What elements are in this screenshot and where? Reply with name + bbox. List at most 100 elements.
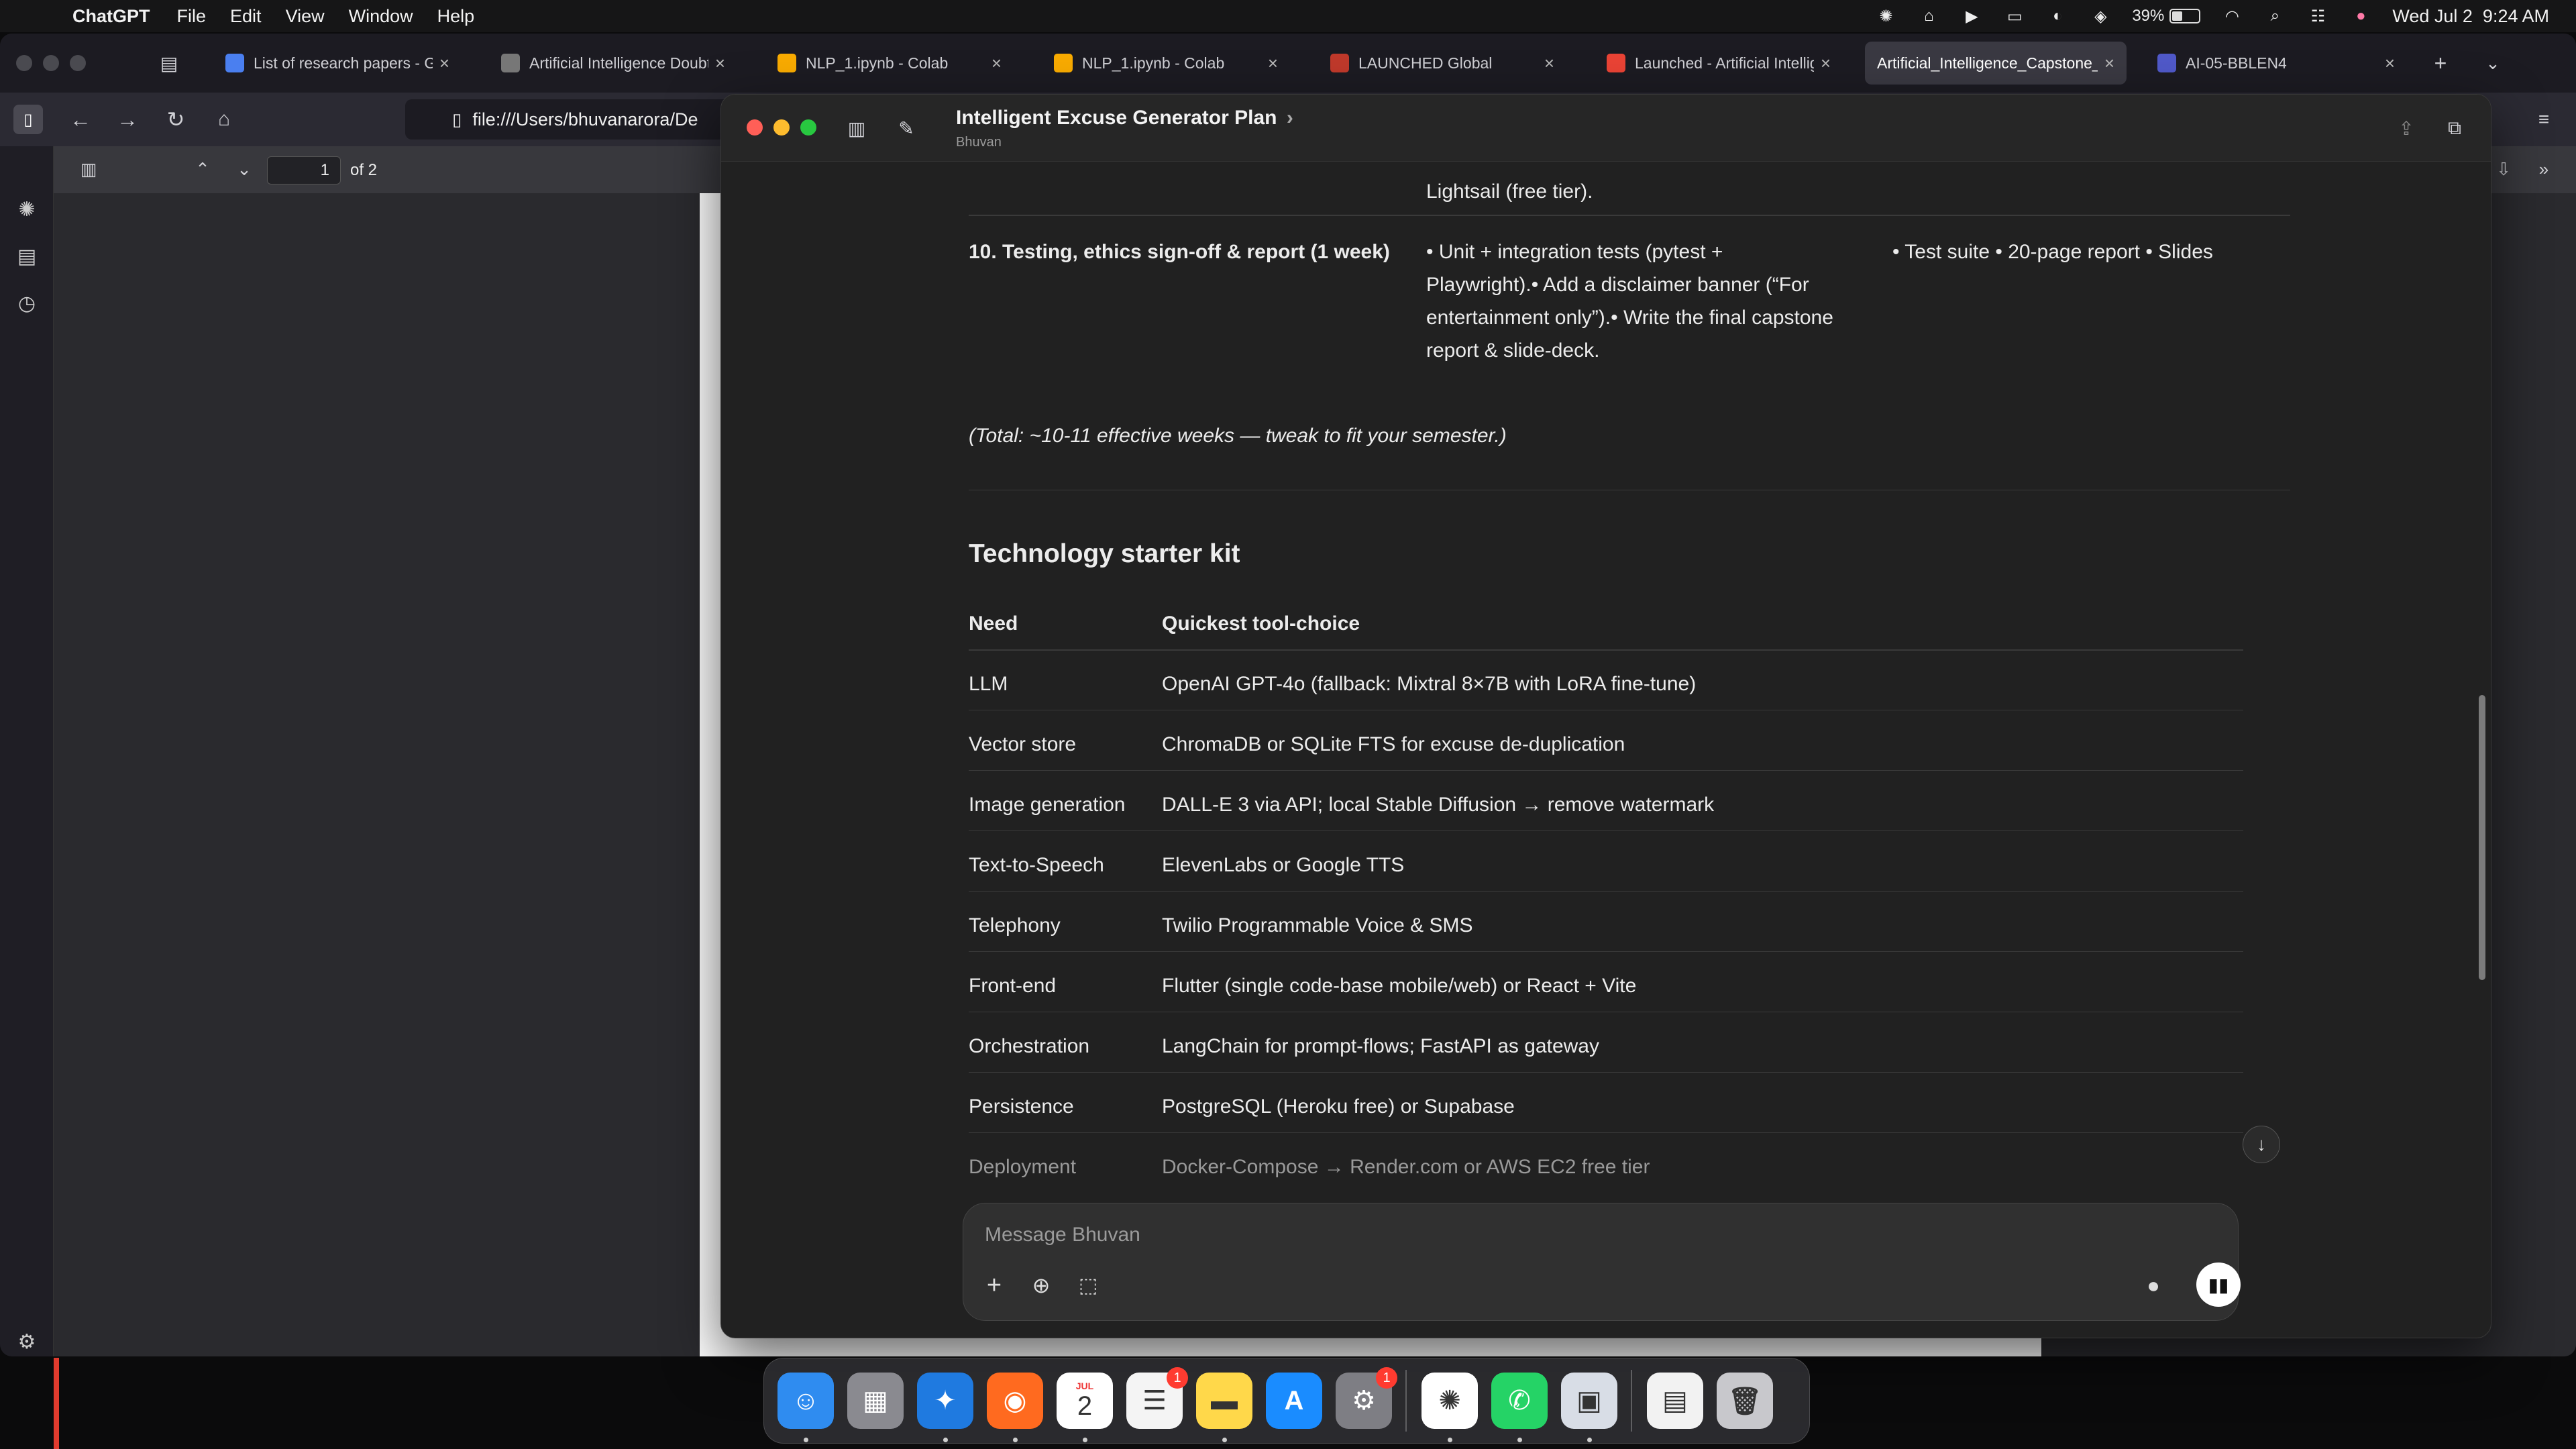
layers-icon[interactable]: ◈	[2089, 5, 2112, 28]
zoom-button[interactable]	[800, 119, 816, 136]
chatgpt-window: ▥ ✎ Intelligent Excuse Generator Plan › …	[720, 94, 2491, 1338]
message-input[interactable]: Message Bhuvan	[985, 1224, 1140, 1246]
total-note: (Total: ~10-11 effective weeks — tweak t…	[969, 425, 1507, 447]
reload-icon[interactable]: ↻	[161, 105, 191, 134]
table-cell-need: Vector store	[969, 733, 1077, 755]
pdf-sidebar-toggle-icon[interactable]: ▥	[74, 154, 103, 184]
menu-file[interactable]: File	[177, 6, 207, 27]
launchpad-icon[interactable]: ▦	[847, 1373, 904, 1429]
menu-window[interactable]: Window	[349, 6, 413, 27]
pdf-more-icon[interactable]: »	[2529, 154, 2559, 184]
browser-tab[interactable]: Launched - Artificial Intellig ×	[1595, 42, 1843, 85]
browser-tab[interactable]: Artificial_Intelligence_Capstone_ ×	[1865, 42, 2127, 85]
close-tab-icon[interactable]: ×	[2104, 53, 2114, 74]
screenshot-tool-icon[interactable]: ⬚	[1073, 1271, 1103, 1300]
phase-cell: 10. Testing, ethics sign-off & report (1…	[969, 241, 1390, 263]
sidebar-toggle-icon[interactable]: ▥	[842, 113, 871, 143]
tab-list-chevron-icon[interactable]: ⌄	[2478, 48, 2508, 78]
close-tab-icon[interactable]: ×	[715, 53, 725, 74]
browser-tab[interactable]: LAUNCHED Global ×	[1318, 42, 1566, 85]
menu-edit[interactable]: Edit	[230, 6, 262, 27]
docs-icon	[225, 54, 244, 72]
display-icon[interactable]: ▭	[2003, 5, 2026, 28]
close-tab-icon[interactable]: ×	[1821, 53, 1831, 74]
forward-icon[interactable]: →	[113, 105, 142, 134]
table-cell-need: Text-to-Speech	[969, 854, 1104, 876]
battery-status[interactable]: 39%	[2132, 5, 2201, 28]
calendar-icon[interactable]: JUL 2	[1057, 1373, 1113, 1442]
preview-icon[interactable]: ▣	[1561, 1373, 1617, 1442]
pdf-save-icon[interactable]: ⇩	[2489, 154, 2518, 184]
browser-tab[interactable]: AI-05-BBLEN4 ×	[2145, 42, 2407, 85]
synced-tabs-icon[interactable]: ▤	[12, 241, 42, 271]
microphone-icon[interactable]: ⏺	[2139, 1272, 2168, 1301]
close-tab-icon[interactable]: ×	[439, 53, 449, 74]
back-icon[interactable]: ←	[66, 105, 95, 134]
siri-icon[interactable]: ●	[2349, 5, 2372, 28]
home-icon[interactable]: ⌂	[209, 105, 239, 134]
history-icon[interactable]: ◷	[12, 288, 42, 318]
dock-glyph: 2	[1077, 1391, 1093, 1421]
minimize-button[interactable]	[773, 119, 790, 136]
chatbot-sidebar-icon[interactable]: ✺	[12, 195, 42, 224]
new-tab-icon[interactable]: +	[2426, 48, 2455, 78]
previous-page-icon[interactable]: ⌃	[188, 154, 217, 184]
voice-mode-button[interactable]: ▮▮	[2196, 1263, 2241, 1307]
system-settings-icon[interactable]: ⚙ 1	[1336, 1367, 1397, 1429]
running-indicator	[1517, 1438, 1522, 1442]
clock[interactable]: Wed Jul 2 9:24 AM	[2392, 6, 2549, 27]
chat-title[interactable]: Intelligent Excuse Generator Plan ›	[956, 107, 1293, 129]
page-number-input[interactable]: 1	[267, 156, 341, 184]
wifi-icon[interactable]: ◠	[2220, 5, 2243, 28]
share-icon[interactable]: ⇪	[2392, 113, 2421, 143]
add-attachment-icon[interactable]: +	[979, 1271, 1009, 1300]
close-tab-icon[interactable]: ×	[1268, 53, 1278, 74]
whatsapp-icon[interactable]: ✆	[1491, 1373, 1548, 1442]
next-page-icon[interactable]: ⌄	[229, 154, 259, 184]
minimize-window-button[interactable]	[43, 55, 59, 71]
app-store-icon[interactable]: A	[1266, 1373, 1322, 1429]
scrollbar-track[interactable]	[2476, 162, 2488, 1195]
browser-tab[interactable]: NLP_1.ipynb - Colab ×	[765, 42, 1014, 85]
web-search-icon[interactable]: ⊕	[1026, 1271, 1056, 1300]
zoom-window-button[interactable]	[70, 55, 86, 71]
finder-icon[interactable]: ☺	[777, 1373, 834, 1442]
spotlight-search-icon[interactable]: ⌕	[2263, 5, 2286, 28]
close-tab-icon[interactable]: ×	[2385, 53, 2395, 74]
browser-tab[interactable]: List of research papers - Go ×	[213, 42, 462, 85]
close-window-button[interactable]	[16, 55, 32, 71]
close-tab-icon[interactable]: ×	[991, 53, 1002, 74]
browser-tab[interactable]: NLP_1.ipynb - Colab ×	[1042, 42, 1290, 85]
sidebar-toggle-icon[interactable]: ▯	[13, 105, 43, 134]
tab-overview-icon[interactable]: ▤	[154, 48, 184, 78]
trash-icon[interactable]: 🗑	[1717, 1373, 1773, 1429]
close-button[interactable]	[747, 119, 763, 136]
control-center-icon[interactable]: ☷	[2306, 5, 2329, 28]
firefox-icon[interactable]: ◉	[987, 1373, 1043, 1442]
menu-help[interactable]: Help	[437, 6, 475, 27]
sidebar-settings-icon[interactable]: ⚙	[12, 1327, 42, 1356]
new-chat-icon[interactable]: ✎	[892, 113, 921, 143]
scroll-to-bottom-button[interactable]: ↓	[2243, 1126, 2280, 1163]
menu-view[interactable]: View	[286, 6, 325, 27]
table-cell-need: Telephony	[969, 914, 1061, 936]
chat-header: ▥ ✎ Intelligent Excuse Generator Plan › …	[721, 95, 2491, 162]
app-menu-icon[interactable]: ≡	[2529, 105, 2559, 134]
app-menu-name[interactable]: ChatGPT	[72, 6, 150, 27]
browser-tab[interactable]: Artificial Intelligence Doubt S ×	[489, 42, 737, 85]
reminders-icon[interactable]: ☰ 1	[1126, 1367, 1188, 1429]
table-row-divider	[969, 1132, 2243, 1133]
chatgpt-status-icon[interactable]: ✺	[1874, 5, 1897, 28]
chatgpt-icon[interactable]: ✺	[1421, 1373, 1478, 1442]
notes-icon[interactable]: ▬	[1196, 1373, 1252, 1442]
close-tab-icon[interactable]: ×	[1544, 53, 1554, 74]
popout-window-icon[interactable]: ⧉	[2440, 113, 2469, 143]
document-icon[interactable]: ▤	[1647, 1373, 1703, 1429]
table-cell-tool: LangChain for prompt-flows; FastAPI as g…	[1162, 1035, 1599, 1057]
url-text[interactable]: file:///Users/bhuvanarora/De	[472, 109, 698, 130]
play-icon[interactable]: ▶	[1960, 5, 1983, 28]
contrast-icon[interactable]: ◐	[2046, 5, 2069, 28]
safari-icon[interactable]: ✦	[917, 1373, 973, 1442]
lock-icon[interactable]: ⌂	[1917, 5, 1940, 28]
scrollbar-thumb[interactable]	[2479, 695, 2485, 980]
